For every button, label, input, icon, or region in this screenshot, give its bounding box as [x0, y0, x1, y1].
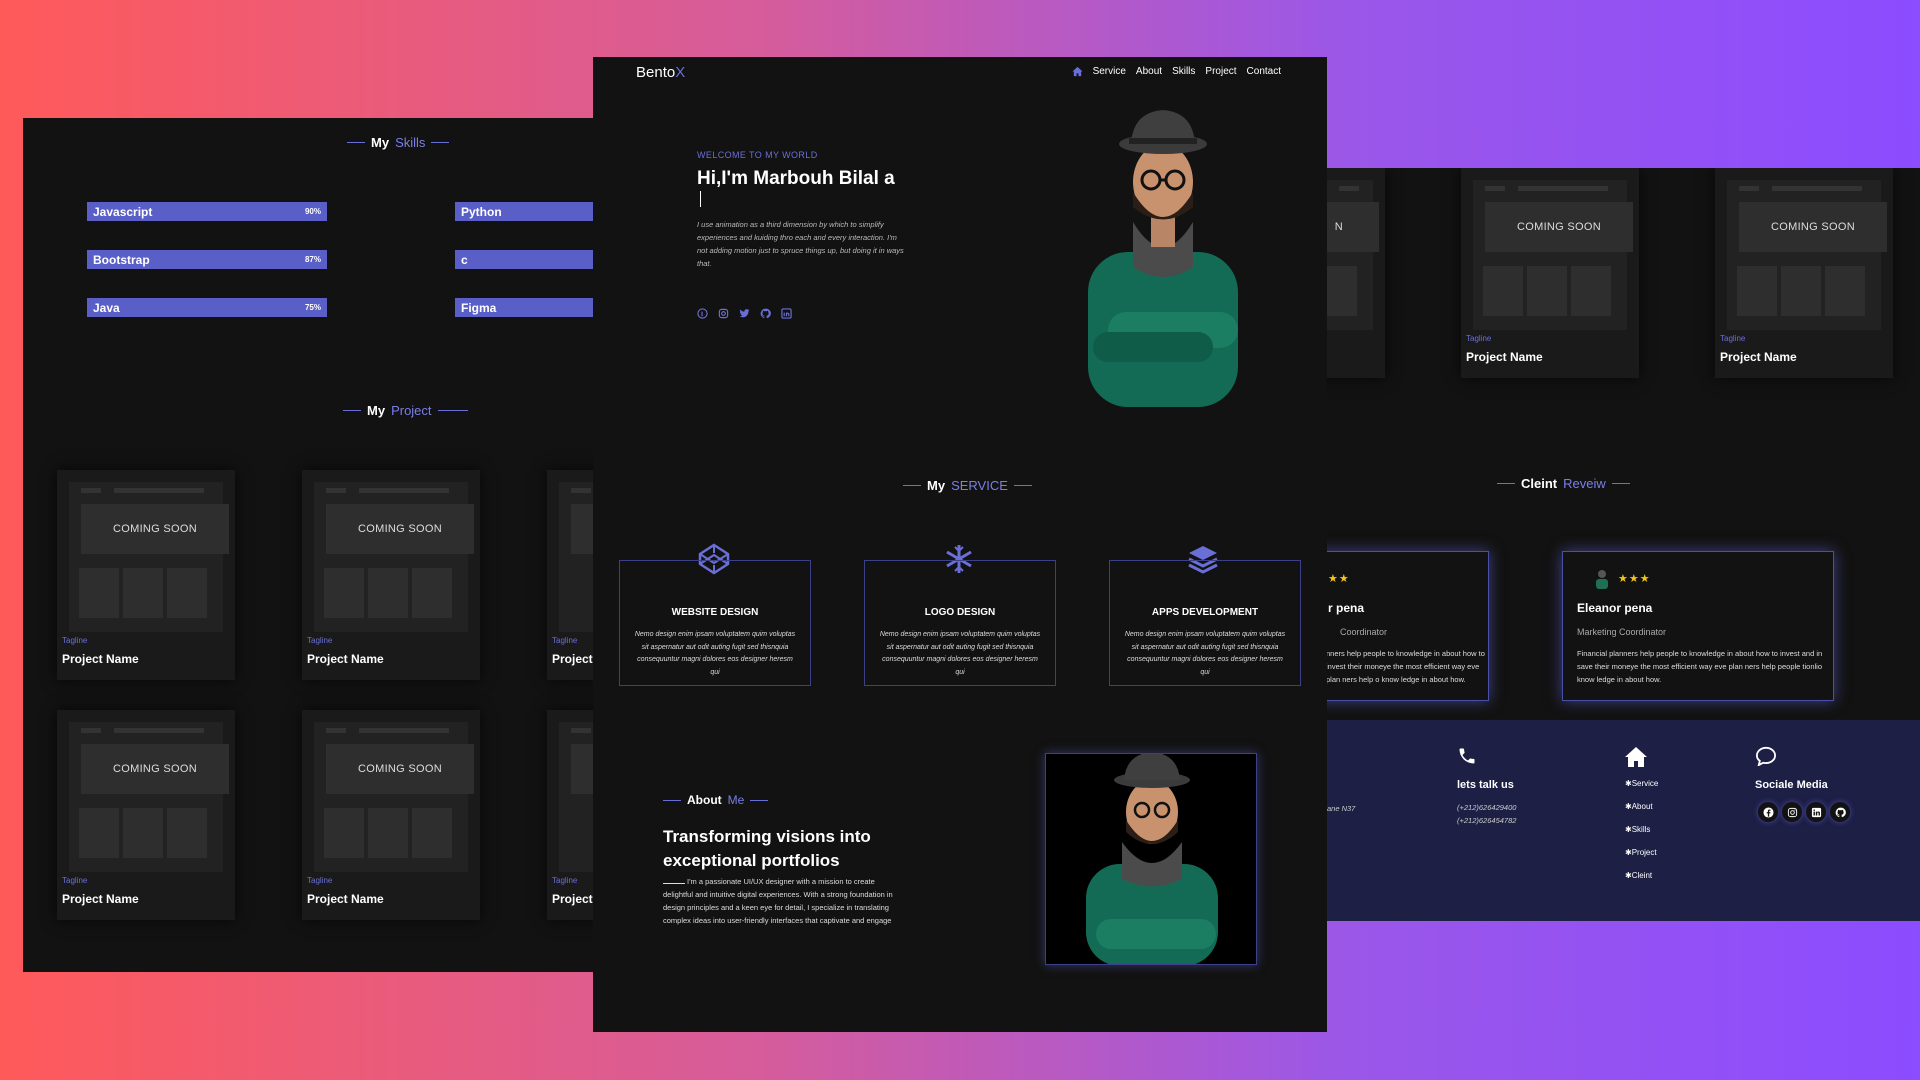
footer-link-about[interactable]: ✱About [1625, 802, 1653, 811]
skill-bar-figma: Figma [455, 298, 593, 317]
skills-projects-panel: My Skills Javascript 90% Bootstrap 87% Jav… [23, 118, 593, 972]
service-section-title: My SERVICE [903, 478, 1032, 493]
project-card[interactable]: COMING SOON TaglineProject Name [1715, 168, 1893, 378]
facebook-icon[interactable] [1758, 802, 1778, 822]
project-card[interactable]: COMING SOON TaglineProject Name [57, 710, 235, 920]
home-icon[interactable] [1072, 66, 1083, 77]
contact-title: lets talk us [1457, 779, 1514, 791]
rating-stars: ★★ [1328, 573, 1350, 585]
hero-title: Hi,I'm Marbouh Bilal a [697, 169, 897, 209]
project-name: Project Name [307, 652, 384, 666]
project-name: Project Name [62, 652, 139, 666]
hero-socials [697, 308, 792, 319]
avatar [1596, 570, 1608, 589]
project-name: Project Name [62, 892, 139, 906]
chat-icon [1755, 746, 1777, 766]
review-card: ★★ r pena Coordinator nners help people … [1327, 551, 1489, 701]
social-title: Sociale Media [1755, 779, 1828, 791]
service-card-apps-development[interactable]: APPS DEVELOPMENT Nemo design enim ipsam v… [1109, 560, 1301, 686]
phone-2: (+212)626454782 [1457, 816, 1517, 825]
skill-bar-c: c [455, 250, 593, 269]
footer-link-skills[interactable]: ✱Skills [1625, 825, 1650, 834]
hero-portrait [1088, 110, 1238, 407]
project-card[interactable]: COMING SOON TaglineProject Name [57, 470, 235, 680]
nav-item-service[interactable]: Service [1093, 66, 1126, 77]
project-section-title: My Project [343, 403, 468, 418]
project-card[interactable]: N [1327, 168, 1385, 378]
github-icon[interactable] [1830, 802, 1850, 822]
footer-address: ane N37 [1327, 804, 1356, 813]
review-card: ★★★ Eleanor pena Marketing Coordinator F… [1562, 551, 1834, 701]
phone-1: (+212)626429400 [1457, 803, 1517, 812]
nav-item-about[interactable]: About [1136, 66, 1162, 77]
linkedin-icon[interactable] [1806, 802, 1826, 822]
footer: ane N37 lets talk us (+212)626429400 (+2… [1327, 720, 1920, 921]
project-name: Project Name [552, 892, 593, 906]
instagram-icon[interactable] [718, 308, 729, 319]
pinterest-icon[interactable] [697, 308, 708, 319]
project-name: Project Name [552, 652, 593, 666]
project-card[interactable]: COMING SOON TaglineProject Name [1461, 168, 1639, 378]
portfolio-main-panel: BentoX Service About Skills Project Cont… [593, 57, 1327, 1032]
reviewer-role: Marketing Coordinator [1577, 627, 1667, 637]
nav-item-skills[interactable]: Skills [1172, 66, 1195, 77]
nav-item-contact[interactable]: Contact [1247, 66, 1281, 77]
home-icon [1625, 747, 1647, 767]
reviewer-name: Eleanor pena [1577, 601, 1653, 615]
project-name: Project Name [1720, 350, 1797, 364]
project-card[interactable]: COMING SOON TaglineProject Name [302, 710, 480, 920]
project-card[interactable]: COMING SOON TaglineProject Name [547, 710, 593, 920]
reviewer-name: r pena [1328, 601, 1365, 615]
skill-bar-java: Java 75% [87, 298, 327, 317]
review-text: Financial planners help people to knowle… [1577, 649, 1823, 684]
rating-stars: ★★★ [1618, 573, 1651, 585]
footer-link-cleint[interactable]: ✱Cleint [1625, 871, 1652, 880]
portrait-illustration [1086, 754, 1218, 964]
instagram-icon[interactable] [1782, 802, 1802, 822]
nav-item-project[interactable]: Project [1205, 66, 1236, 77]
review-text: nners help people to knowledge in about … [1327, 649, 1485, 684]
project-card[interactable]: COMING SOON TaglineProject Name [302, 470, 480, 680]
twitter-icon[interactable] [739, 308, 750, 319]
skills-section-title: My Skills [347, 135, 450, 150]
about-section-label: About Me [663, 793, 769, 807]
reviewer-role: Coordinator [1340, 627, 1388, 637]
skill-bar-bootstrap: Bootstrap 87% [87, 250, 327, 269]
about-description: I'm a passionate UI/UX designer with a m… [663, 877, 893, 925]
service-card-logo-design[interactable]: LOGO DESIGN Nemo design enim ipsam volupt… [864, 560, 1056, 686]
footer-link-project[interactable]: ✱Project [1625, 848, 1657, 857]
top-nav: Service About Skills Project Contact [1072, 66, 1281, 77]
footer-link-service[interactable]: ✱Service [1625, 779, 1658, 788]
review-section-title: Cleint Reveiw [1497, 476, 1630, 491]
project-name: Project Name [307, 892, 384, 906]
welcome-text: WELCOME TO MY WORLD [697, 150, 818, 160]
skill-bar-python: Python [455, 202, 593, 221]
service-card-website-design[interactable]: WEBSITE DESIGN Nemo design enim ipsam vol… [619, 560, 811, 686]
skill-bar-javascript: Javascript 90% [87, 202, 327, 221]
projects-reviews-footer-panel: N COMING SOON Tagline Project Name COMING… [1327, 168, 1920, 921]
project-name: Project Name [1466, 350, 1543, 364]
linkedin-icon[interactable] [781, 308, 792, 319]
hero-description: I use animation as a third dimension by … [697, 220, 904, 268]
about-title: Transforming visions into exceptional po… [663, 827, 871, 870]
project-card[interactable]: COMING SOON TaglineProject Name [547, 470, 593, 680]
phone-icon [1459, 748, 1475, 764]
logo[interactable]: BentoX [636, 64, 685, 81]
github-icon[interactable] [760, 308, 771, 319]
about-portrait [1045, 753, 1257, 965]
